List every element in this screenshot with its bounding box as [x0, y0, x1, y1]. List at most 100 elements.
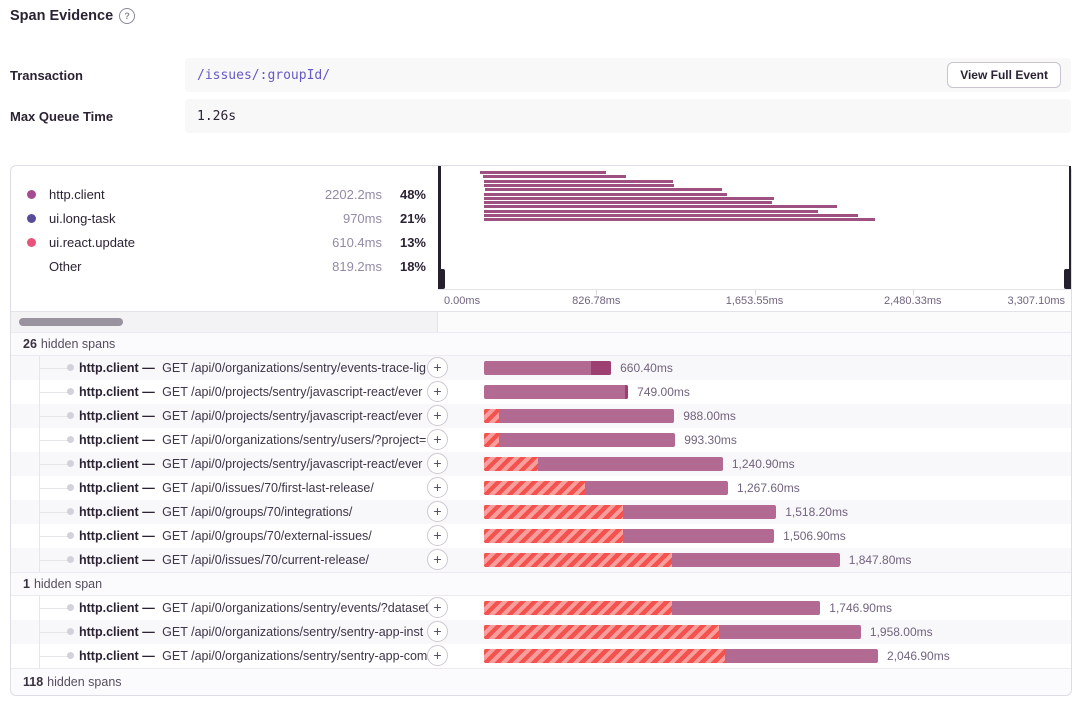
expand-span-plus-button[interactable]: +	[427, 645, 448, 666]
expand-span-plus-button[interactable]: +	[427, 621, 448, 642]
span-desc: GET /api/0/issues/70/first-last-release/	[159, 481, 374, 495]
tree-connector-horizontal	[39, 416, 69, 417]
span-duration-cell: 1,518.20ms	[438, 500, 1071, 524]
span-duration-cell: 988.00ms	[438, 404, 1071, 428]
page-header: Span Evidence ?	[10, 8, 135, 24]
span-row[interactable]: http.client — GET /api/0/projects/sentry…	[11, 380, 1071, 404]
legend-dot-icon	[27, 238, 36, 247]
span-row[interactable]: http.client — GET /api/0/issues/70/first…	[11, 476, 1071, 500]
span-row[interactable]: http.client — GET /api/0/groups/70/integ…	[11, 500, 1071, 524]
expand-span-plus-button[interactable]: +	[427, 381, 448, 402]
span-row[interactable]: http.client — GET /api/0/organizations/s…	[11, 428, 1071, 452]
span-duration-label: 1,847.80ms	[849, 548, 912, 572]
span-duration-label: 1,240.90ms	[732, 452, 795, 476]
span-duration-label: 1,506.90ms	[783, 524, 846, 548]
legend-item-http.client[interactable]: http.client2202.2ms48%	[11, 182, 438, 206]
expand-span-plus-button[interactable]: +	[427, 525, 448, 546]
tree-connector-horizontal	[39, 632, 69, 633]
tree-connector-horizontal	[39, 656, 69, 657]
span-op: http.client —	[79, 361, 155, 375]
span-duration-label: 993.30ms	[684, 428, 737, 452]
span-desc: GET /api/0/groups/70/integrations/	[159, 505, 353, 519]
tree-connector-horizontal	[39, 608, 69, 609]
minimap-left-handle[interactable]	[438, 166, 445, 289]
span-duration-bar	[484, 481, 728, 495]
scroll-row	[11, 311, 1071, 332]
span-row[interactable]: http.client — GET /api/0/issues/70/curre…	[11, 548, 1071, 572]
span-description: http.client — GET /api/0/projects/sentry…	[79, 452, 428, 476]
span-op: http.client —	[79, 649, 155, 663]
legend-dot-icon	[27, 262, 36, 271]
span-description-cell: http.client — GET /api/0/organizations/s…	[11, 620, 438, 644]
legend-percent: 18%	[382, 259, 426, 274]
span-description-cell: http.client — GET /api/0/organizations/s…	[11, 596, 438, 620]
max-queue-time-value: 1.26s	[197, 109, 236, 124]
span-description-cell: http.client — GET /api/0/projects/sentry…	[11, 380, 438, 404]
span-duration-label: 660.40ms	[620, 356, 673, 380]
expand-span-plus-button[interactable]: +	[427, 429, 448, 450]
question-mark-circle-icon[interactable]: ?	[119, 8, 135, 24]
tree-connector-horizontal	[39, 488, 69, 489]
span-op: http.client —	[79, 409, 155, 423]
expand-span-plus-button[interactable]: +	[427, 477, 448, 498]
transaction-link[interactable]: /issues/:groupId/	[197, 68, 330, 83]
span-op: http.client —	[79, 505, 155, 519]
hidden-spans-row[interactable]: 118hidden spans	[11, 668, 1071, 695]
hidden-spans-row[interactable]: 1hidden span	[11, 572, 1071, 596]
span-op: http.client —	[79, 529, 155, 543]
span-description: http.client — GET /api/0/organizations/s…	[79, 428, 428, 452]
hidden-spans-label: hidden spans	[47, 675, 121, 689]
legend-item-ui.long-task[interactable]: ui.long-task970ms21%	[11, 206, 438, 230]
expand-span-plus-button[interactable]: +	[427, 357, 448, 378]
span-duration-bar	[484, 457, 723, 471]
queue-time-hatch	[484, 433, 499, 447]
max-queue-time-value-cell: 1.26s	[185, 99, 1071, 133]
view-full-event-button[interactable]: View Full Event	[947, 62, 1061, 88]
span-duration-label: 1,267.60ms	[737, 476, 800, 500]
span-description: http.client — GET /api/0/organizations/s…	[79, 596, 428, 620]
span-row[interactable]: http.client — GET /api/0/organizations/s…	[11, 356, 1071, 380]
span-duration-cell: 1,847.80ms	[438, 548, 1071, 572]
tree-node-dot-icon	[67, 412, 74, 419]
span-duration-label: 749.00ms	[637, 380, 690, 404]
expand-span-plus-button[interactable]: +	[427, 501, 448, 522]
expand-span-plus-button[interactable]: +	[427, 597, 448, 618]
expand-span-plus-button[interactable]: +	[427, 405, 448, 426]
span-row[interactable]: http.client — GET /api/0/projects/sentry…	[11, 452, 1071, 476]
span-desc: GET /api/0/organizations/sentry/sentry-a…	[159, 649, 428, 663]
span-duration-bar	[484, 505, 776, 519]
minimap-span-bar	[484, 197, 775, 200]
expand-span-plus-button[interactable]: +	[427, 453, 448, 474]
transaction-label: Transaction	[0, 58, 185, 92]
span-description-cell: http.client — GET /api/0/projects/sentry…	[11, 404, 438, 428]
span-description-cell: http.client — GET /api/0/organizations/s…	[11, 428, 438, 452]
span-description: http.client — GET /api/0/projects/sentry…	[79, 380, 428, 404]
span-bar-tail-segment	[625, 385, 628, 399]
legend-label: ui.react.update	[49, 235, 135, 250]
expand-span-plus-button[interactable]: +	[427, 549, 448, 570]
minimap-chart[interactable]	[438, 166, 1071, 289]
minimap-right-handle[interactable]	[1064, 166, 1071, 289]
legend-duration: 610.4ms	[332, 235, 382, 250]
legend-label: Other	[49, 259, 82, 274]
span-row[interactable]: http.client — GET /api/0/groups/70/exter…	[11, 524, 1071, 548]
legend-item-Other[interactable]: Other819.2ms18%	[11, 254, 438, 278]
span-row[interactable]: http.client — GET /api/0/organizations/s…	[11, 596, 1071, 620]
page-title: Span Evidence	[10, 8, 113, 24]
hidden-spans-label: hidden spans	[41, 337, 115, 351]
tree-node-dot-icon	[67, 484, 74, 491]
hidden-spans-row[interactable]: 26hidden spans	[11, 332, 1071, 356]
tree-node-dot-icon	[67, 436, 74, 443]
span-row[interactable]: http.client — GET /api/0/organizations/s…	[11, 620, 1071, 644]
queue-time-hatch	[484, 481, 585, 495]
span-desc: GET /api/0/projects/sentry/javascript-re…	[159, 457, 423, 471]
span-description: http.client — GET /api/0/groups/70/exter…	[79, 524, 428, 548]
horizontal-scrollbar-thumb[interactable]	[19, 318, 123, 326]
span-op: http.client —	[79, 433, 155, 447]
span-duration-label: 2,046.90ms	[887, 644, 950, 668]
span-row[interactable]: http.client — GET /api/0/organizations/s…	[11, 644, 1071, 668]
span-description: http.client — GET /api/0/issues/70/curre…	[79, 548, 428, 572]
span-row[interactable]: http.client — GET /api/0/projects/sentry…	[11, 404, 1071, 428]
hidden-spans-count: 1	[23, 577, 30, 591]
legend-item-ui.react.update[interactable]: ui.react.update610.4ms13%	[11, 230, 438, 254]
